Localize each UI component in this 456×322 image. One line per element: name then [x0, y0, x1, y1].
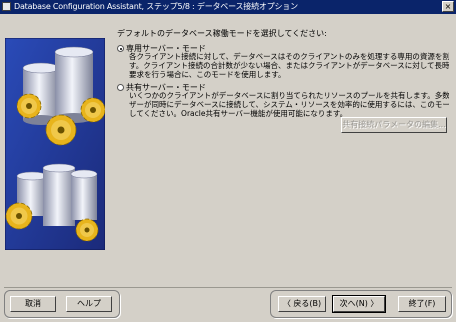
footer-separator [4, 287, 452, 288]
dedicated-server-description: 各クライアント接続に対して、データベースはそのクライアントのみを処理する専用の資… [129, 52, 449, 79]
edit-shared-connection-parameters-button[interactable]: 共有接続パラメータの編集... [341, 117, 447, 133]
cancel-button[interactable]: 取消 [10, 296, 56, 312]
shared-server-radio[interactable] [117, 84, 124, 91]
gear-icon [45, 114, 77, 146]
cylinder-5 [70, 169, 98, 220]
close-button[interactable]: × [442, 1, 454, 12]
app-icon [2, 2, 11, 11]
gear-icon [75, 218, 99, 242]
finish-button[interactable]: 終了(F) [398, 296, 446, 312]
help-button[interactable]: ヘルプ [66, 296, 112, 312]
gear-icon [80, 97, 105, 123]
dedicated-server-radio[interactable] [117, 45, 124, 52]
shared-server-description: いくつかのクライアントがデータベースに割り当てられたリソースのプールを共有します… [129, 91, 449, 118]
description-line: いくつかのクライアントがデータベースに割り当てられたリソースのプールを共有します… [129, 91, 449, 100]
back-button[interactable]: 〈 戻る(B) [278, 296, 326, 312]
title-bar: Database Configuration Assistant, ステップ5/… [0, 0, 456, 14]
gear-icon [5, 202, 33, 230]
gear-icon [16, 93, 42, 119]
description-line: 要求を行う場合に、このモードを使用します。 [129, 70, 286, 79]
description-line: す。クライアント接続の合計数が少ない場合、またはクライアントがデータベースに対し… [129, 61, 449, 70]
next-button[interactable]: 次へ(N) 〉 [332, 295, 386, 313]
database-illustration [5, 38, 105, 250]
description-line: 各クライアント接続に対して、データベースはそのクライアントのみを処理する専用の資… [129, 52, 449, 61]
window-title: Database Configuration Assistant, ステップ5/… [14, 2, 298, 11]
cylinder-4 [42, 163, 76, 226]
description-line: ザーが同時にデータベースに接続して、システム・リソースを効率的に使用するには、こ… [129, 100, 449, 109]
mode-prompt: デフォルトのデータベース稼働モードを選択してください: [117, 29, 327, 38]
